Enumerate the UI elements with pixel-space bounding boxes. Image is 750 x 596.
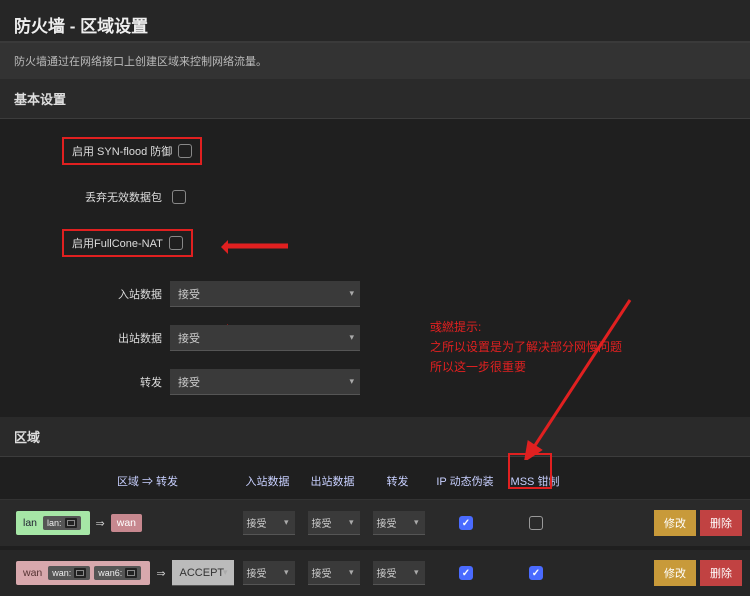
- output-select[interactable]: 接受: [170, 325, 360, 351]
- lan-output-select[interactable]: 接受: [308, 511, 360, 535]
- wan-output-select[interactable]: 接受: [308, 561, 360, 585]
- input-select[interactable]: 接受: [170, 281, 360, 307]
- drop-invalid-checkbox[interactable]: [172, 190, 186, 204]
- zone-source-lan[interactable]: lan lan:: [16, 511, 90, 535]
- syn-flood-label: 启用 SYN-flood 防御: [72, 143, 172, 159]
- forward-arrow-icon: ⇒: [96, 517, 105, 530]
- col-zone: 区域 ⇒ 转发: [60, 473, 235, 489]
- lan-nat-checkbox[interactable]: [459, 516, 473, 530]
- fullcone-highlight: 启用FullCone-NAT: [62, 229, 193, 257]
- delete-button[interactable]: 删除: [700, 510, 742, 536]
- wan-nat-checkbox[interactable]: [459, 566, 473, 580]
- syn-flood-checkbox[interactable]: [178, 144, 192, 158]
- forward-label: 转发: [0, 374, 170, 390]
- wan-forward-select[interactable]: 接受: [373, 561, 425, 585]
- zone-row-lan: lan lan: ⇒ wan 接受 接受 接受 修改 删除: [0, 500, 750, 546]
- col-out: 出站数据: [300, 473, 365, 489]
- edit-button[interactable]: 修改: [654, 510, 696, 536]
- basic-form: 启用 SYN-flood 防御 丢弃无效数据包 启用FullCone-NAT 入…: [0, 119, 750, 417]
- syn-flood-highlight: 启用 SYN-flood 防御: [62, 137, 202, 165]
- output-label: 出站数据: [0, 330, 170, 346]
- col-in: 入站数据: [235, 473, 300, 489]
- fullcone-checkbox[interactable]: [169, 236, 183, 250]
- zone-dest-wan[interactable]: wan: [111, 514, 142, 532]
- edit-button[interactable]: 修改: [654, 560, 696, 586]
- col-mss: MSS 钳制: [500, 473, 570, 489]
- zone-row-wan: wan wan: wan6: ⇒ ACCEPT 接受 接受 接受 修改 删除: [0, 550, 750, 596]
- input-label: 入站数据: [0, 286, 170, 302]
- wan-input-select[interactable]: 接受: [243, 561, 295, 585]
- interface-icon: [125, 568, 137, 578]
- section-head-basic: 基本设置: [0, 79, 750, 119]
- interface-icon: [65, 518, 77, 528]
- forward-select[interactable]: 接受: [170, 369, 360, 395]
- iface-tag: lan:: [43, 516, 81, 530]
- iface-tag: wan6:: [94, 566, 141, 580]
- col-ip: IP 动态伪装: [430, 473, 500, 489]
- iface-tag: wan:: [48, 566, 90, 580]
- zone-table-header: 区域 ⇒ 转发 入站数据 出站数据 转发 IP 动态伪装 MSS 钳制: [0, 463, 750, 500]
- drop-invalid-label: 丢弃无效数据包: [0, 189, 170, 205]
- zone-source-wan[interactable]: wan wan: wan6:: [16, 561, 150, 585]
- zone-table: 区域 ⇒ 转发 入站数据 出站数据 转发 IP 动态伪装 MSS 钳制 lan …: [0, 457, 750, 596]
- fullcone-label: 启用FullCone-NAT: [72, 235, 163, 251]
- lan-mss-checkbox[interactable]: [529, 516, 543, 530]
- forward-arrow-icon: ⇒: [156, 567, 165, 580]
- annotation-arrow-icon: [224, 240, 296, 248]
- annotation-text: 彧繎提示: 之所以设置是为了解决部分网慢问题 所以这一步很重要: [430, 317, 622, 377]
- lan-input-select[interactable]: 接受: [243, 511, 295, 535]
- title-bar: 防火墙 - 区域设置: [0, 0, 750, 43]
- delete-button[interactable]: 删除: [700, 560, 742, 586]
- wan-dest-select[interactable]: ACCEPT: [172, 560, 234, 586]
- page-title: 防火墙 - 区域设置: [14, 12, 736, 37]
- page-description: 防火墙通过在网络接口上创建区域来控制网络流量。: [0, 43, 750, 79]
- section-head-zones: 区域: [0, 417, 750, 457]
- interface-icon: [74, 568, 86, 578]
- lan-forward-select[interactable]: 接受: [373, 511, 425, 535]
- col-fw: 转发: [365, 473, 430, 489]
- wan-mss-checkbox[interactable]: [529, 566, 543, 580]
